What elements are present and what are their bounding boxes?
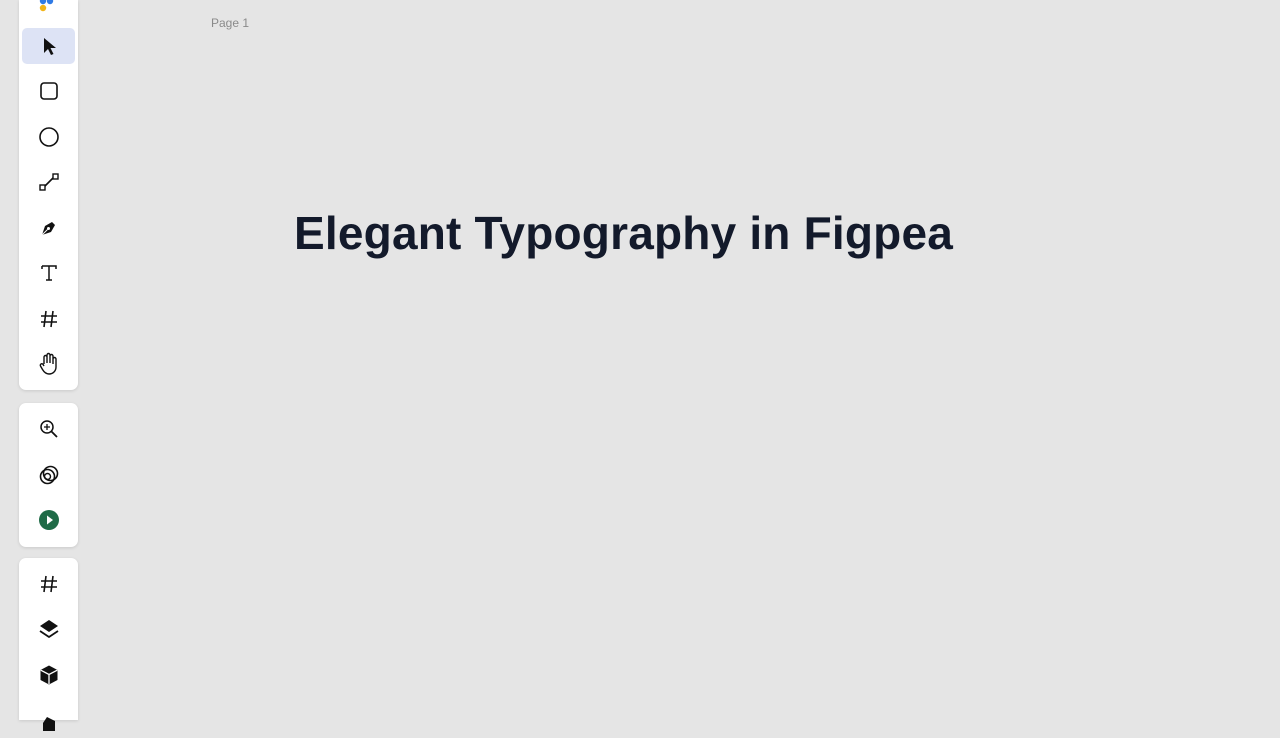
app-logo-icon [39,0,54,12]
cursor-arrow-icon [43,38,56,55]
layers-icon [39,620,58,638]
play-circle-icon [38,510,59,530]
ellipse-tool[interactable] [22,119,75,155]
hand-tool[interactable] [22,346,75,382]
zoom-in-icon [39,420,58,438]
overlapping-circles-icon [39,465,58,485]
line-icon [38,173,59,191]
components-panel-button[interactable] [22,657,75,693]
hash-icon [40,575,57,593]
cube-icon [39,665,58,685]
frames-panel-button[interactable] [22,566,75,602]
circle-icon [38,127,59,147]
panels-toolbar [19,558,78,731]
present-tool[interactable] [22,502,75,538]
text-t-icon [40,265,57,281]
text-tool[interactable] [22,255,75,291]
pen-nib-icon [41,222,55,236]
boolean-tool[interactable] [22,457,75,493]
design-canvas[interactable]: Page 1 Elegant Typography in Figpea [0,0,1280,720]
hash-icon [40,310,57,328]
zoom-tool[interactable] [22,411,75,447]
page-label: Page 1 [211,16,250,30]
canvas-text-headline[interactable]: Elegant Typography in Figpea [294,206,953,260]
frame-tool[interactable] [22,301,75,337]
line-tool[interactable] [22,164,75,200]
box-partial-icon [42,717,55,731]
rectangle-tool[interactable] [22,73,75,109]
select-tool[interactable] [22,28,75,64]
secondary-toolbar [19,403,78,547]
assets-panel-button[interactable] [22,702,75,738]
rounded-square-icon [39,82,58,100]
main-toolbar [19,0,78,390]
layers-panel-button[interactable] [22,611,75,647]
pen-tool[interactable] [22,210,75,246]
hand-icon [39,352,57,375]
